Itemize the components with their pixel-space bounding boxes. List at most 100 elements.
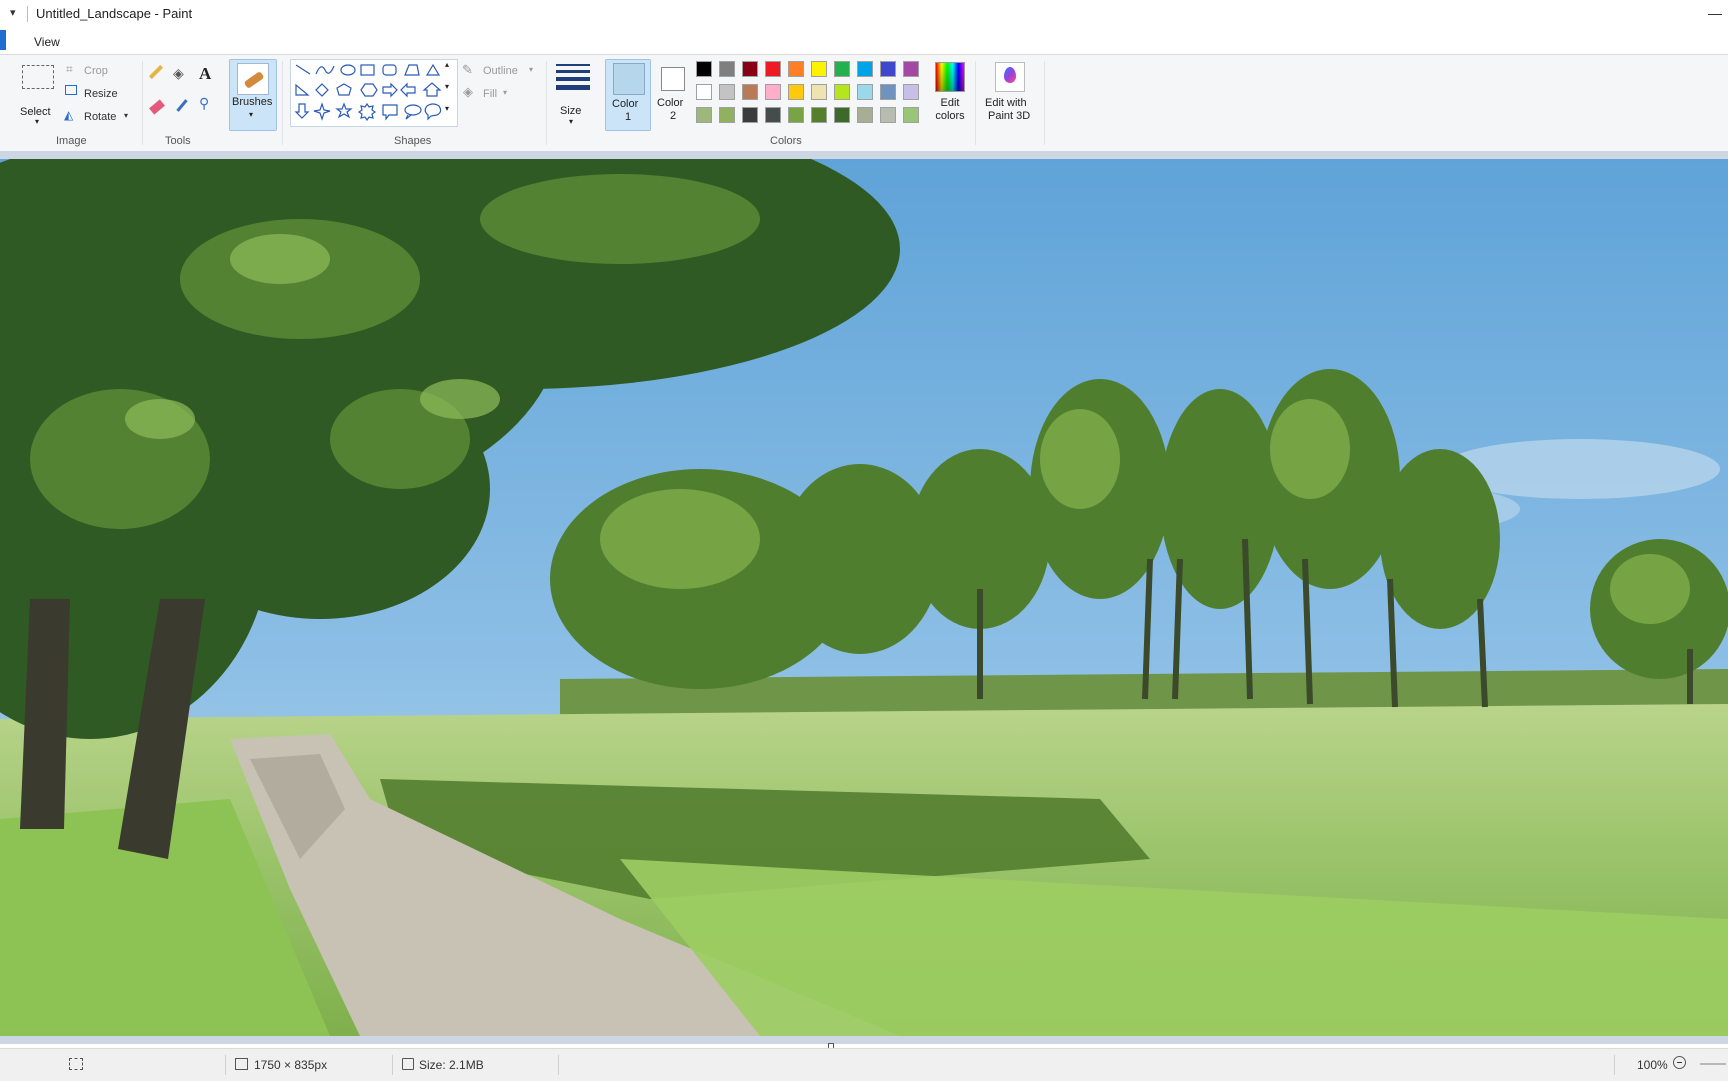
gallery-expand-icon[interactable]: ▾ [445, 104, 449, 113]
palette-swatch[interactable] [719, 61, 735, 77]
size-dropdown-icon: ▾ [569, 117, 574, 126]
resize-button[interactable]: Resize [84, 88, 118, 100]
palette-swatch[interactable] [788, 61, 804, 77]
fill-button[interactable]: Fill [483, 88, 497, 100]
gallery-scroll-up-icon[interactable]: ▴ [445, 60, 449, 69]
palette-swatch[interactable] [765, 107, 781, 123]
brushes-label: Brushes [232, 96, 273, 108]
shapes-gallery-icons [294, 63, 442, 122]
window-title: Untitled_Landscape - Paint [36, 6, 193, 21]
disk-icon [402, 1058, 414, 1070]
edit-colors-label: Edit colors [935, 97, 965, 122]
rotate-dropdown-icon: ▾ [124, 111, 129, 120]
palette-swatch[interactable] [880, 107, 896, 123]
canvas-area[interactable] [0, 151, 1728, 1044]
ribbon-tabs: View [0, 28, 1728, 55]
palette-swatch[interactable] [742, 61, 758, 77]
outline-icon: ✎ [462, 62, 473, 77]
image-group-label: Image [56, 135, 87, 147]
palette-swatch[interactable] [719, 84, 735, 100]
color-2-button[interactable]: Color 2 [651, 59, 693, 129]
palette-swatch[interactable] [880, 84, 896, 100]
fill-dropdown-icon: ▾ [503, 88, 508, 97]
fill-bucket-icon[interactable]: ◈ [173, 65, 184, 82]
title-bar: ▾ Untitled_Landscape - Paint [0, 0, 1728, 28]
pencil-icon[interactable] [148, 64, 164, 80]
paint-3d-icon [995, 62, 1025, 92]
brush-icon [237, 63, 269, 95]
crop-button[interactable]: Crop [84, 65, 108, 77]
landscape-painting [0, 159, 1728, 1036]
palette-swatch[interactable] [788, 84, 804, 100]
size-button[interactable]: Size ▾ [548, 59, 594, 129]
canvas-size-icon [235, 1058, 248, 1070]
zoom-out-icon[interactable] [1673, 1056, 1686, 1069]
text-icon[interactable]: A [199, 64, 211, 84]
palette-swatch[interactable] [788, 107, 804, 123]
group-separator [546, 61, 547, 145]
palette-swatch[interactable] [742, 84, 758, 100]
color-1-swatch [613, 63, 645, 95]
edit-colors-button[interactable]: Edit colors [928, 59, 970, 131]
eraser-icon[interactable] [149, 99, 165, 115]
tools-group: ◈ A ⚲ Tools [143, 55, 225, 151]
outline-button[interactable]: Outline [483, 65, 518, 77]
tab-file[interactable] [0, 30, 6, 50]
palette-swatch[interactable] [857, 84, 873, 100]
color-picker-icon[interactable] [176, 99, 188, 112]
palette-swatch[interactable] [834, 84, 850, 100]
select-button[interactable]: Select ▾ [14, 61, 62, 126]
palette-swatch[interactable] [719, 107, 735, 123]
color-1-button[interactable]: Color 1 [605, 59, 651, 131]
zoom-level: 100% [1637, 1058, 1668, 1072]
zoom-slider[interactable] [1700, 1063, 1726, 1065]
paint-3d-label-2: Paint 3D [988, 110, 1031, 122]
shapes-gallery[interactable] [290, 59, 458, 127]
brushes-button[interactable]: Brushes ▾ [229, 59, 277, 131]
palette-swatch[interactable] [742, 107, 758, 123]
palette-swatch[interactable] [834, 107, 850, 123]
color-2-label: Color [657, 97, 684, 109]
shapes-group-label: Shapes [394, 135, 432, 147]
color-palette [696, 61, 926, 129]
status-bar: 1750 × 835px Size: 2.1MB 100% [0, 1048, 1728, 1081]
tab-view[interactable]: View [34, 35, 60, 49]
quick-access-dropdown-icon[interactable]: ▾ [10, 6, 16, 19]
palette-swatch[interactable] [696, 84, 712, 100]
minimize-button[interactable] [1704, 2, 1726, 22]
edit-with-paint-3d-button[interactable]: Edit with Paint 3D [980, 59, 1040, 131]
line-size-icon [556, 64, 590, 90]
palette-swatch[interactable] [765, 61, 781, 77]
resize-icon [65, 85, 77, 95]
palette-swatch[interactable] [903, 84, 919, 100]
tools-group-label: Tools [165, 135, 191, 147]
palette-swatch[interactable] [765, 84, 781, 100]
palette-swatch[interactable] [880, 61, 896, 77]
palette-swatch[interactable] [696, 107, 712, 123]
paint-3d-label-1: Edit with [985, 97, 1027, 109]
palette-swatch[interactable] [903, 107, 919, 123]
brushes-dropdown-icon: ▾ [249, 110, 254, 119]
rotate-button[interactable]: Rotate [84, 111, 116, 123]
rotate-icon: ◭ [64, 108, 74, 122]
palette-swatch[interactable] [811, 107, 827, 123]
palette-swatch[interactable] [857, 107, 873, 123]
palette-swatch[interactable] [696, 61, 712, 77]
palette-swatch[interactable] [811, 84, 827, 100]
palette-swatch[interactable] [811, 61, 827, 77]
color-1-number: 1 [625, 111, 632, 123]
selection-icon [69, 1058, 83, 1070]
canvas-dimensions: 1750 × 835px [254, 1058, 328, 1072]
palette-swatch[interactable] [857, 61, 873, 77]
palette-swatch[interactable] [834, 61, 850, 77]
group-separator [282, 61, 283, 145]
outline-dropdown-icon: ▾ [529, 65, 534, 74]
drawing-canvas[interactable] [0, 159, 1728, 1036]
colors-group-label: Colors [770, 135, 802, 147]
crop-icon: ⌗ [66, 62, 73, 76]
select-dropdown-icon: ▾ [35, 117, 40, 126]
palette-swatch[interactable] [903, 61, 919, 77]
rainbow-icon [935, 62, 965, 92]
gallery-scroll-down-icon[interactable]: ▾ [445, 82, 449, 91]
magnifier-icon[interactable]: ⚲ [199, 95, 209, 112]
